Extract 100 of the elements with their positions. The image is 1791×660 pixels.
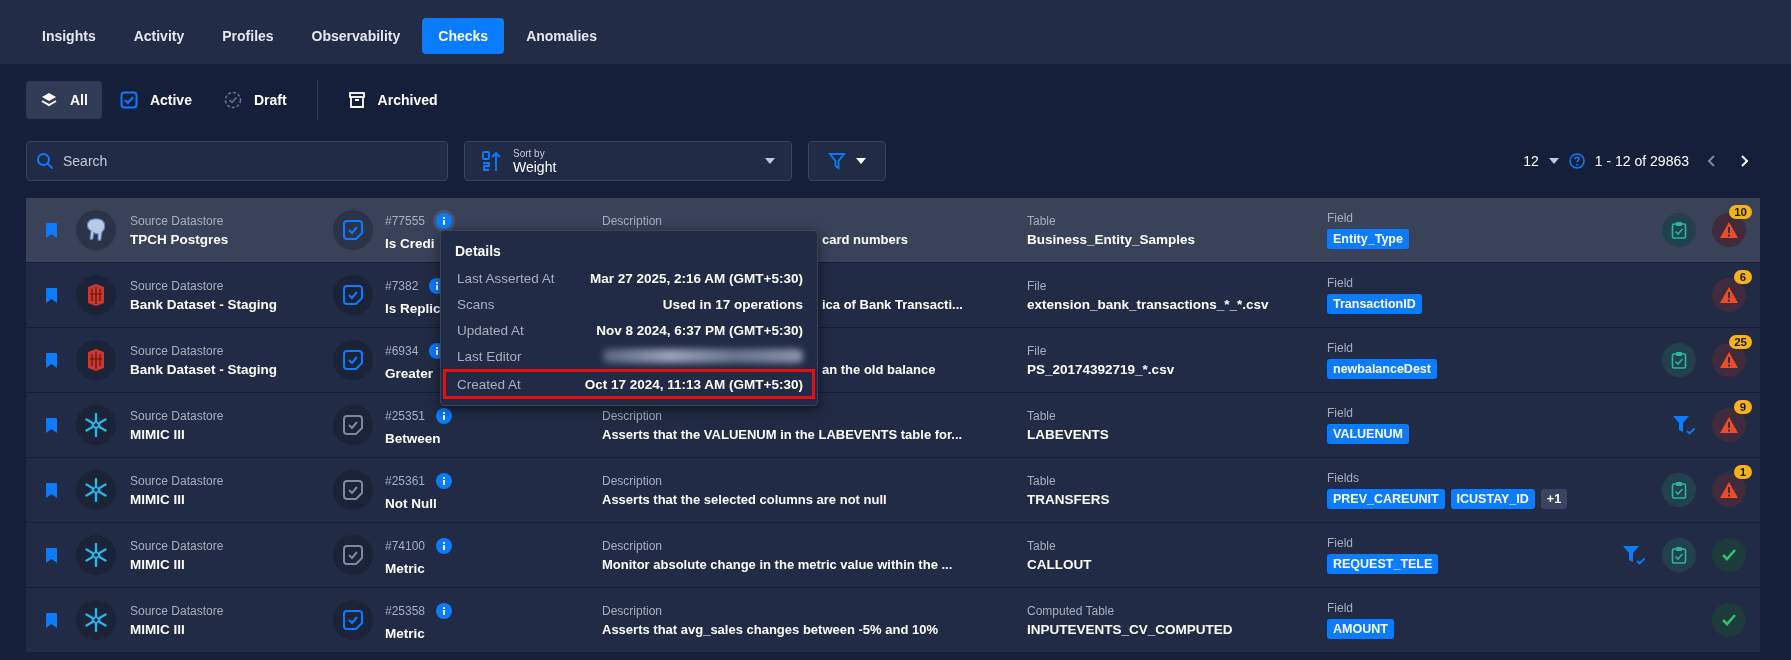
check-icon [1721, 548, 1737, 562]
container-name: INPUTEVENTS_CV_COMPUTED [1027, 621, 1233, 637]
clipboard-button[interactable] [1662, 473, 1696, 507]
tab[interactable]: Insights [26, 18, 112, 54]
container-name: extension_bank_transactions_*_*.csv [1027, 296, 1269, 312]
bookmark-icon[interactable] [45, 547, 57, 563]
field-tag: ICUSTAY_ID [1450, 489, 1535, 509]
warning-icon [1719, 481, 1739, 499]
bookmark-icon[interactable] [45, 612, 57, 628]
clipboard-button[interactable] [1662, 538, 1696, 572]
check-description: Asserts that the VALUENUM in the LABEVENTS table for... [602, 426, 963, 442]
column-label: Description [602, 473, 663, 488]
passed-button[interactable] [1712, 538, 1746, 572]
datastore-name: MIMIC III [130, 556, 185, 572]
column-label: Description [602, 213, 663, 228]
column-label: Source Datastore [130, 278, 224, 293]
tab[interactable]: Anomalies [510, 18, 613, 54]
bookmark-icon[interactable] [45, 482, 57, 498]
stack-icon [86, 348, 106, 372]
sort-dropdown[interactable]: Sort by Weight [464, 141, 792, 181]
anomaly-count-badge: 25 [1729, 335, 1752, 349]
column-label: Field [1327, 341, 1353, 355]
tab[interactable]: Checks [422, 18, 505, 54]
info-icon [436, 537, 453, 554]
check-icon [1721, 613, 1737, 627]
passed-button[interactable] [1712, 603, 1746, 637]
check-name: Not Null [385, 495, 437, 511]
tab[interactable]: Profiles [206, 18, 290, 54]
bookmark-icon[interactable] [45, 287, 57, 303]
info-button[interactable] [433, 209, 456, 232]
column-label: Description [602, 408, 663, 423]
filter-button[interactable] [808, 141, 886, 181]
check-id: #6934 [385, 343, 419, 358]
clipboard-button[interactable] [1662, 343, 1696, 377]
column-label: Source Datastore [130, 213, 224, 228]
check-name: Is Replic [385, 300, 441, 316]
filter-check-icon[interactable] [1672, 414, 1696, 436]
datastore-name: Bank Dataset - Staging [130, 296, 278, 312]
column-label: File [1027, 343, 1047, 358]
anomaly-count-badge: 6 [1734, 270, 1752, 284]
check-id: #7382 [385, 278, 419, 293]
check-id: #25361 [385, 473, 426, 488]
column-label: Table [1027, 538, 1056, 553]
detail-label: Last Asserted At [457, 270, 555, 286]
field-tag: AMOUNT [1327, 619, 1394, 639]
bookmark-icon[interactable] [45, 222, 57, 238]
caret-icon[interactable] [1548, 158, 1559, 164]
anomaly-count-badge: 10 [1729, 205, 1752, 219]
more-fields-tag: +1 [1540, 489, 1568, 509]
bookmark-icon[interactable] [45, 352, 57, 368]
container-name: TRANSFERS [1027, 491, 1110, 507]
check-name: Metric [385, 625, 425, 641]
check-row[interactable]: Source Datastore MIMIC III #25351 Between Description Asserts that the VALUENUM in the LABEVENTS table for... Table LABEVENTS Field VALUENUM 9 [26, 393, 1760, 458]
check-row[interactable]: Source Datastore MIMIC III #74100 Metric Description Monitor absolute change in the metric value within the ... Table CALLOUT Field REQUEST_TELE [26, 523, 1760, 588]
status-filter[interactable]: All [26, 81, 102, 119]
info-icon [436, 407, 453, 424]
check-row[interactable]: Source Datastore MIMIC III #25358 Metric Description Asserts that avg_sales changes between -5% and 10% Computed Table INPUTEVENTS_CV_COMPUTED Field AMOUNT [26, 588, 1760, 653]
status-filter[interactable]: Archived [333, 81, 452, 119]
bookmark-icon[interactable] [45, 417, 57, 433]
filter-check-icon[interactable] [1622, 544, 1646, 566]
status-filter[interactable]: Active [105, 81, 206, 119]
warning-icon [1719, 221, 1739, 239]
check-description: Monitor absolute change in the metric value within the ... [602, 556, 953, 572]
search-icon [36, 152, 54, 170]
status-filter[interactable]: Draft [209, 81, 301, 119]
page-range: 1 - 12 of 29863 [1594, 153, 1689, 169]
check-description: an the old balance [822, 361, 936, 377]
popup-title: Details [454, 242, 502, 261]
column-label: Field [1327, 601, 1353, 615]
check-name: Greater [385, 365, 434, 381]
dashed-check-icon [223, 91, 242, 109]
sort-icon [481, 150, 501, 172]
check-id: #25358 [385, 603, 426, 618]
caret-icon [765, 158, 775, 164]
check-description: ica of Bank Transacti... [822, 296, 963, 312]
column-label: Fields [1327, 471, 1359, 485]
detail-value: Oct 17 2024, 11:13 AM (GMT+5:30) [584, 376, 803, 392]
column-label: Table [1027, 408, 1056, 423]
clipboard-button[interactable] [1662, 213, 1696, 247]
tab[interactable]: Observability [295, 18, 417, 54]
elephant-icon [85, 218, 107, 242]
field-tag: newbalanceDest [1327, 359, 1437, 379]
column-label: Description [602, 538, 663, 553]
check-description: Asserts that avg_sales changes between -5% and 10% [602, 621, 938, 637]
caret-icon [856, 158, 866, 164]
page-size[interactable]: 12 [1523, 153, 1539, 169]
warning-icon [1719, 286, 1739, 304]
field-tag: VALUENUM [1327, 424, 1409, 444]
stack-icon [86, 283, 106, 307]
check-square-icon [119, 91, 138, 109]
anomaly-count-badge: 9 [1734, 400, 1752, 414]
datastore-name: TPCH Postgres [130, 231, 229, 247]
search-field[interactable]: Search [26, 141, 448, 181]
check-row[interactable]: Source Datastore MIMIC III #25361 Not Null Description Asserts that the selected columns are not null Table TRANSFERS Fields PREV_CAREUNIT ICUSTAY_ID +1 1 [26, 458, 1760, 523]
column-label: Table [1027, 473, 1056, 488]
help-icon[interactable] [1568, 153, 1585, 169]
tab[interactable]: Activity [117, 18, 201, 54]
detail-label: Created At [457, 376, 521, 392]
warning-icon [1719, 416, 1739, 434]
filter-icon [828, 152, 846, 170]
